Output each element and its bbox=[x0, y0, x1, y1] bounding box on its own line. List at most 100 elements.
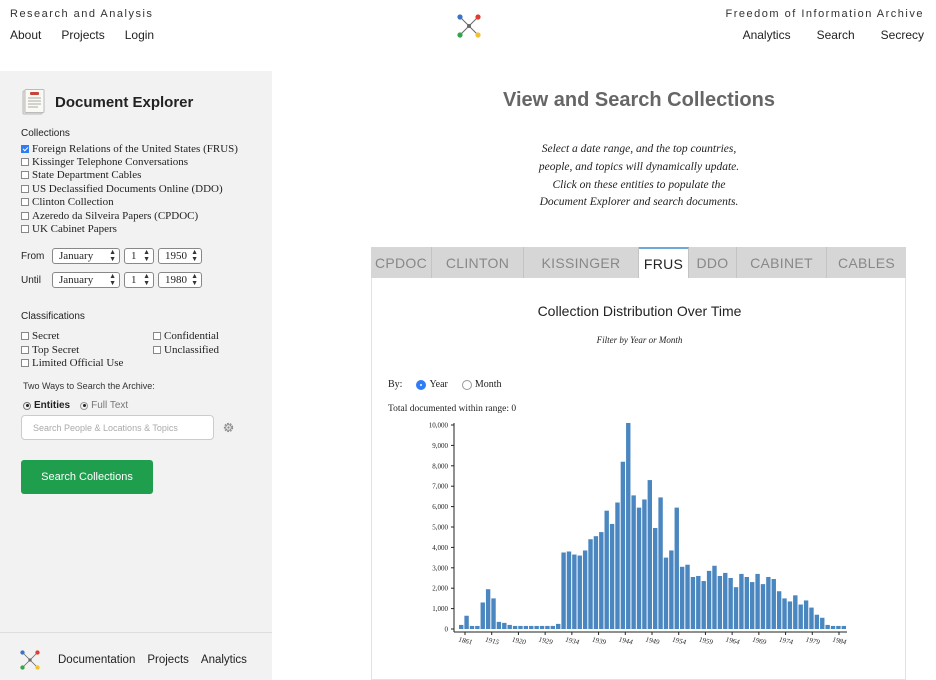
collection-option[interactable]: US Declassified Documents Online (DDO) bbox=[21, 182, 238, 195]
checkbox[interactable] bbox=[153, 345, 161, 354]
histogram-bar[interactable] bbox=[803, 600, 809, 629]
tab-kissinger[interactable]: KISSINGER bbox=[524, 247, 639, 278]
histogram-bar[interactable] bbox=[653, 528, 658, 629]
histogram-bar[interactable] bbox=[776, 591, 782, 629]
nav-secrecy[interactable]: Secrecy bbox=[881, 28, 924, 42]
histogram-bar[interactable] bbox=[561, 552, 566, 630]
histogram-bar[interactable] bbox=[787, 601, 793, 629]
mode-fulltext[interactable]: Full Text bbox=[80, 400, 128, 411]
nav-about[interactable]: About bbox=[10, 28, 41, 42]
checkbox[interactable] bbox=[21, 144, 29, 153]
collection-option[interactable]: UK Cabinet Papers bbox=[21, 222, 238, 235]
histogram-bar[interactable] bbox=[459, 624, 464, 629]
classification-option[interactable]: Top Secret bbox=[21, 343, 153, 356]
histogram-bar[interactable] bbox=[674, 507, 679, 629]
tab-frus[interactable]: FRUS bbox=[639, 247, 689, 278]
tab-ddo[interactable]: DDO bbox=[689, 247, 737, 278]
histogram-bar[interactable] bbox=[723, 572, 728, 629]
histogram-bar[interactable] bbox=[507, 624, 512, 629]
checkbox[interactable] bbox=[21, 171, 29, 180]
histogram-bar[interactable] bbox=[647, 480, 652, 629]
histogram-bar[interactable] bbox=[841, 625, 846, 629]
histogram-bar[interactable] bbox=[615, 502, 620, 629]
search-collections-button[interactable]: Search Collections bbox=[21, 460, 153, 494]
nav-projects[interactable]: Projects bbox=[61, 28, 104, 42]
checkbox[interactable] bbox=[21, 211, 29, 220]
histogram-bar[interactable] bbox=[669, 550, 674, 629]
histogram-bar[interactable] bbox=[577, 555, 582, 629]
logo-icon[interactable] bbox=[457, 14, 481, 38]
nav-search[interactable]: Search bbox=[817, 28, 855, 42]
until-day-select[interactable]: 1 ▲ ▼ bbox=[124, 272, 154, 288]
histogram-bar[interactable] bbox=[523, 625, 529, 629]
histogram-bar[interactable] bbox=[760, 584, 766, 629]
histogram-bar[interactable] bbox=[620, 461, 626, 629]
histogram-bar[interactable] bbox=[545, 625, 550, 629]
histogram-bar[interactable] bbox=[750, 582, 755, 629]
histogram-bar[interactable] bbox=[782, 598, 787, 629]
footer-documentation-link[interactable]: Documentation bbox=[58, 654, 135, 666]
checkbox[interactable] bbox=[21, 184, 29, 193]
histogram-bar[interactable] bbox=[696, 575, 701, 629]
mode-entities[interactable]: Entities bbox=[23, 400, 70, 411]
histogram-bar[interactable] bbox=[766, 576, 771, 629]
footer-projects-link[interactable]: Projects bbox=[147, 654, 189, 666]
checkbox[interactable] bbox=[153, 331, 161, 340]
radio-selected[interactable] bbox=[23, 401, 31, 410]
from-day-select[interactable]: 1 ▲ ▼ bbox=[124, 248, 154, 264]
histogram-bar[interactable] bbox=[739, 573, 744, 629]
histogram-bar[interactable] bbox=[593, 536, 599, 629]
histogram-bar[interactable] bbox=[534, 625, 539, 629]
histogram-bar[interactable] bbox=[496, 621, 502, 629]
nav-login[interactable]: Login bbox=[125, 28, 154, 42]
until-month-select[interactable]: January ▲ ▼ bbox=[52, 272, 120, 288]
histogram-bar[interactable] bbox=[836, 625, 841, 629]
from-month-select[interactable]: January ▲ ▼ bbox=[52, 248, 120, 264]
histogram-bar[interactable] bbox=[820, 617, 825, 629]
radio[interactable] bbox=[80, 401, 89, 410]
tab-cpdoc[interactable]: CPDOC bbox=[371, 247, 432, 278]
gear-icon[interactable] bbox=[222, 421, 235, 434]
histogram-bar[interactable] bbox=[830, 625, 836, 629]
histogram-bar[interactable] bbox=[556, 623, 561, 629]
histogram-bar[interactable] bbox=[798, 604, 803, 629]
checkbox[interactable] bbox=[21, 345, 29, 354]
histogram-bar[interactable] bbox=[809, 607, 814, 629]
histogram-bar[interactable] bbox=[685, 564, 690, 629]
checkbox[interactable] bbox=[21, 198, 29, 207]
histogram-bar[interactable] bbox=[825, 624, 830, 629]
histogram-bar[interactable] bbox=[771, 579, 776, 629]
histogram-bar[interactable] bbox=[744, 576, 749, 629]
histogram-bar[interactable] bbox=[793, 595, 798, 629]
histogram-bar[interactable] bbox=[491, 598, 496, 629]
collection-option[interactable]: Clinton Collection bbox=[21, 196, 238, 209]
histogram-bar[interactable] bbox=[588, 539, 593, 629]
histogram-bar[interactable] bbox=[475, 625, 480, 629]
histogram-bar[interactable] bbox=[690, 576, 696, 629]
histogram-bar[interactable] bbox=[706, 570, 712, 629]
histogram-bar[interactable] bbox=[464, 615, 469, 629]
checkbox[interactable] bbox=[21, 331, 29, 340]
histogram-bar[interactable] bbox=[480, 602, 485, 629]
checkbox[interactable] bbox=[21, 158, 29, 167]
histogram-bar[interactable] bbox=[550, 625, 555, 629]
footer-analytics-link[interactable]: Analytics bbox=[201, 654, 247, 666]
histogram-bar[interactable] bbox=[604, 510, 609, 629]
logo-icon[interactable] bbox=[20, 650, 40, 670]
histogram-bar[interactable] bbox=[572, 554, 577, 629]
histogram-bar[interactable] bbox=[755, 573, 760, 629]
histogram-bar[interactable] bbox=[626, 422, 631, 629]
histogram-bar[interactable] bbox=[529, 625, 534, 629]
classification-option[interactable]: Unclassified bbox=[153, 343, 273, 356]
collection-option[interactable]: Foreign Relations of the United States (… bbox=[21, 142, 238, 155]
histogram-bar[interactable] bbox=[712, 565, 717, 629]
histogram-bar[interactable] bbox=[663, 557, 669, 629]
nav-analytics[interactable]: Analytics bbox=[743, 28, 791, 42]
histogram-bar[interactable] bbox=[636, 507, 642, 629]
tab-cabinet[interactable]: CABINET bbox=[737, 247, 827, 278]
collection-option[interactable]: State Department Cables bbox=[21, 169, 238, 182]
histogram-bar[interactable] bbox=[728, 578, 733, 629]
checkbox[interactable] bbox=[21, 359, 29, 368]
histogram-bar[interactable] bbox=[642, 499, 647, 629]
classification-option[interactable]: Secret bbox=[21, 329, 153, 342]
